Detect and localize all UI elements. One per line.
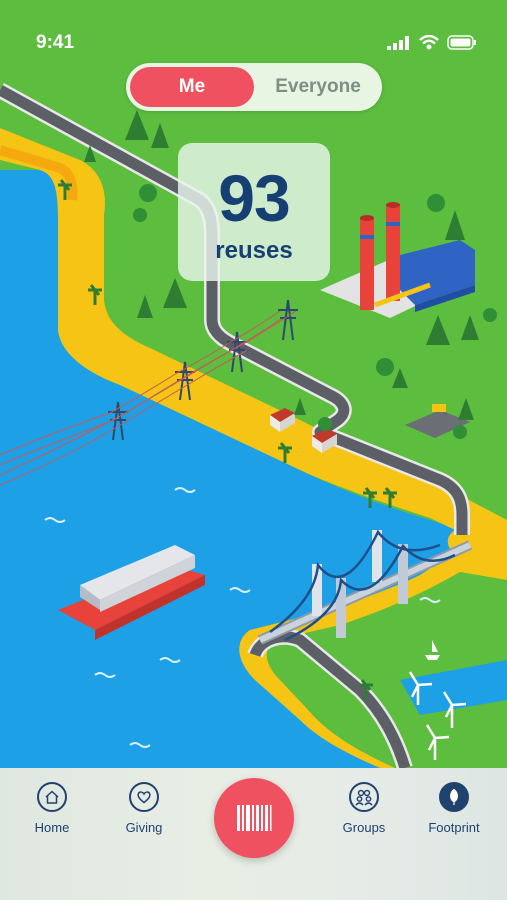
scan-barcode-button[interactable]	[214, 778, 294, 858]
reuse-label: reuses	[215, 237, 293, 264]
battery-icon	[447, 35, 476, 50]
tab-home-label: Home	[34, 820, 70, 835]
tab-footprint[interactable]: Footprint	[414, 782, 494, 835]
tab-giving-label: Giving	[125, 820, 163, 835]
status-time: 9:41	[36, 32, 75, 53]
wifi-icon	[419, 35, 439, 50]
scope-toggle: Me Everyone	[126, 63, 382, 111]
groups-icon	[349, 782, 379, 812]
cellular-signal-icon	[387, 35, 409, 50]
toggle-everyone[interactable]: Everyone	[256, 67, 380, 107]
tab-groups-label: Groups	[342, 820, 386, 835]
toggle-me[interactable]: Me	[130, 67, 254, 107]
reuse-stat-card: 93 reuses	[178, 143, 330, 281]
status-icons	[387, 35, 477, 50]
tab-footprint-label: Footprint	[428, 820, 480, 835]
map-illustration	[0, 0, 507, 768]
tab-giving[interactable]: Giving	[104, 782, 184, 835]
tab-groups[interactable]: Groups	[324, 782, 404, 835]
tab-home[interactable]: Home	[12, 782, 92, 835]
reuse-count: 93	[218, 161, 290, 235]
home-icon	[37, 782, 67, 812]
status-bar: 9:41	[0, 0, 507, 60]
heart-icon	[129, 782, 159, 812]
leaf-icon	[439, 782, 469, 812]
barcode-icon	[237, 805, 272, 831]
